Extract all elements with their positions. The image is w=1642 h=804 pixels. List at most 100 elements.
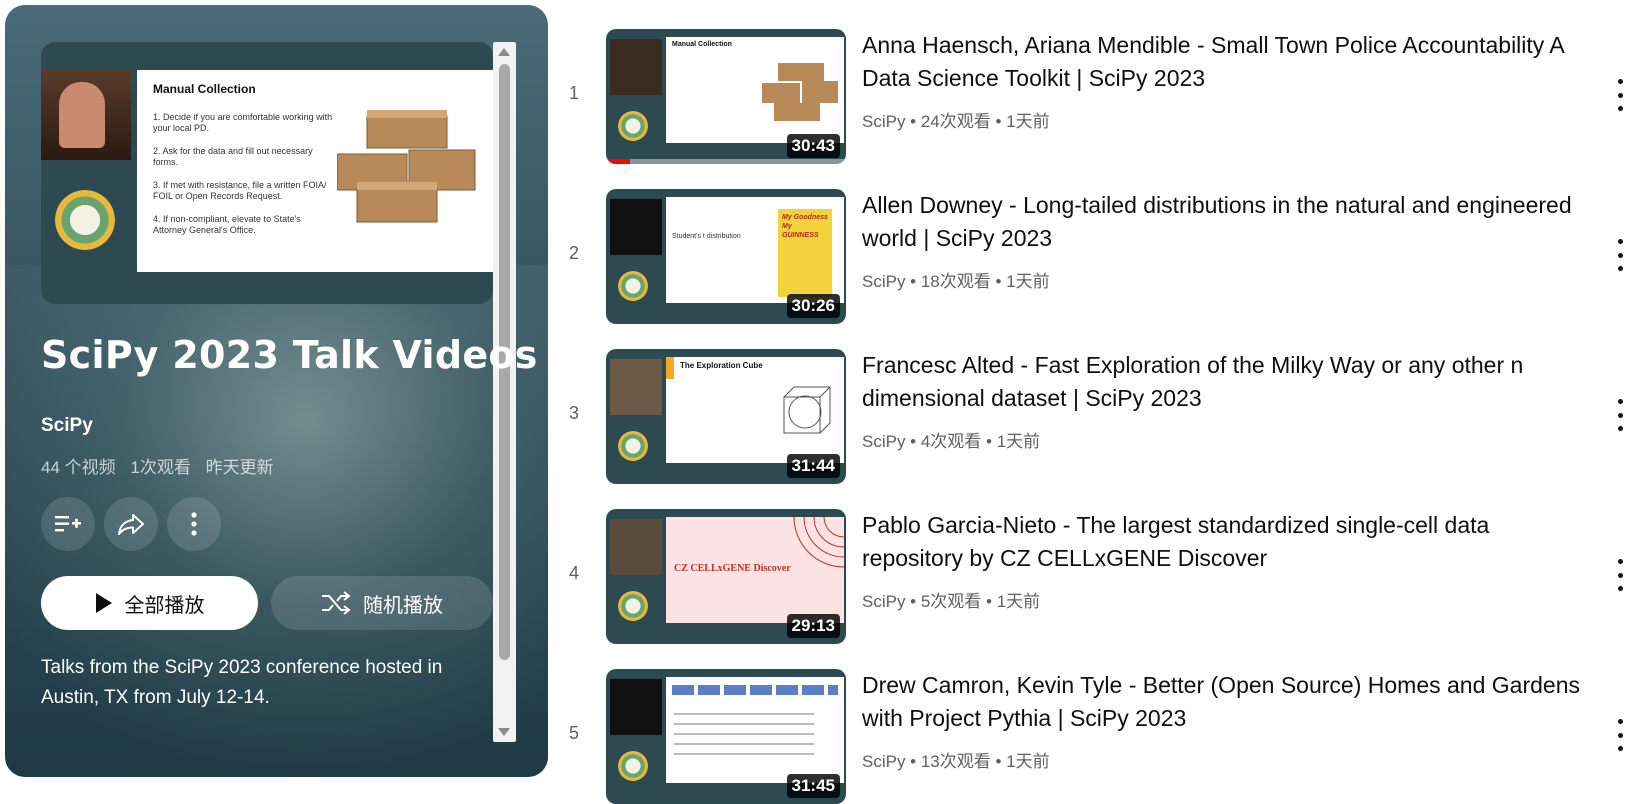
book-cover: My Goodness My GUINNESS [778, 209, 832, 297]
book-title: My Goodness My GUINNESS [782, 214, 828, 239]
speaker-inset-image [610, 359, 662, 415]
dot [1617, 732, 1623, 738]
playlist-title: SciPy 2023 Talk Videos [41, 333, 538, 377]
video-count: 44 个视频 [41, 458, 116, 477]
video-title[interactable]: Anna Haensch, Ariana Mendible - Small To… [862, 29, 1582, 95]
more-vert-icon [191, 512, 197, 536]
boxes-illustration [762, 63, 838, 121]
slide-title: Manual Collection [672, 41, 732, 48]
playlist-description: Talks from the SciPy 2023 conference hos… [41, 657, 443, 708]
video-meta: SciPy • 24次观看 • 1天前 [862, 112, 1050, 131]
video-meta: SciPy • 13次观看 • 1天前 [862, 752, 1050, 771]
play-all-button[interactable]: 全部播放 [41, 576, 258, 630]
speaker-inset-image [610, 679, 662, 735]
video-title[interactable]: Francesc Alted - Fast Exploration of the… [862, 349, 1582, 415]
updated-time: 昨天更新 [205, 458, 274, 477]
share-button[interactable] [104, 497, 158, 551]
share-icon [118, 514, 144, 535]
video-menu-button[interactable] [1610, 239, 1630, 271]
video-duration: 31:44 [786, 454, 840, 478]
more-actions-button[interactable] [167, 497, 221, 551]
slide-preview: CZ CELLxGENE Discover [666, 517, 844, 623]
video-meta: SciPy • 18次观看 • 1天前 [862, 272, 1050, 291]
scipy-logo [618, 591, 648, 621]
video-row[interactable]: 2 Student's t distribution My Goodness M… [560, 189, 1642, 324]
speaker-inset-image [610, 519, 662, 575]
slide-title: CZ CELLxGENE Discover [674, 563, 791, 574]
slide-flow-arrows [672, 685, 838, 695]
hero-logo [55, 190, 115, 250]
slide-title: The Exploration Cube [680, 361, 763, 370]
video-thumbnail[interactable]: The Exploration Cube 31:44 [606, 349, 846, 484]
speaker-inset-image [610, 39, 662, 95]
hero-slide-bullet: 3. If met with resistance, file a writte… [153, 180, 327, 201]
slide-text-lines [674, 713, 814, 763]
video-thumbnail[interactable]: CZ CELLxGENE Discover 29:13 [606, 509, 846, 644]
video-title[interactable]: Drew Camron, Kevin Tyle - Better (Open S… [862, 669, 1582, 735]
playlist-header-panel: Manual Collection 1. Decide if you are c… [5, 5, 548, 777]
video-row[interactable]: 4 CZ CELLxGENE Discover 29:13 Pablo Garc… [560, 509, 1642, 644]
shuffle-icon [322, 591, 351, 615]
video-menu-button[interactable] [1610, 79, 1630, 111]
shuffle-label: 随机播放 [363, 594, 443, 617]
slide-preview: Manual Collection [666, 37, 844, 143]
video-title[interactable]: Pablo Garcia-Nieto - The largest standar… [862, 509, 1582, 575]
dot [1617, 719, 1623, 724]
video-title[interactable]: Allen Downey - Long-tailed distributions… [862, 189, 1582, 255]
scipy-logo [618, 271, 648, 301]
video-duration: 31:45 [786, 774, 840, 798]
dot [1617, 252, 1623, 258]
dot [1617, 266, 1623, 271]
dot [1617, 746, 1623, 751]
video-duration: 30:43 [786, 134, 840, 158]
hero-slide-bullet: 2. Ask for the data and fill out necessa… [153, 146, 313, 167]
video-menu-button[interactable] [1610, 719, 1630, 751]
video-thumbnail[interactable]: Student's t distribution My Goodness My … [606, 189, 846, 324]
scipy-logo [618, 751, 648, 781]
scipy-logo [618, 431, 648, 461]
video-thumbnail[interactable]: 31:45 [606, 669, 846, 804]
hero-slide-bullet: 1. Decide if you are comfortable working… [153, 112, 333, 133]
scroll-up-arrow-icon[interactable] [498, 48, 510, 56]
dot [1617, 572, 1623, 578]
hero-slide-bullet: 4. If non-compliant, elevate to State's … [153, 214, 301, 235]
video-menu-button[interactable] [1610, 559, 1630, 591]
dot [1617, 399, 1623, 404]
speaker-inset-image [610, 199, 662, 255]
video-duration: 29:13 [786, 614, 840, 638]
playlist-meta: 44 个视频 1次观看 昨天更新 [41, 453, 284, 478]
playlist-owner[interactable]: SciPy [41, 415, 93, 437]
video-meta: SciPy • 4次观看 • 1天前 [862, 432, 1041, 451]
play-icon [95, 593, 112, 613]
slide-preview [666, 677, 844, 783]
video-menu-button[interactable] [1610, 399, 1630, 431]
video-meta: SciPy • 5次观看 • 1天前 [862, 592, 1041, 611]
play-all-label: 全部播放 [124, 594, 205, 617]
slide-accent-bar [666, 357, 674, 379]
video-index: 4 [568, 563, 579, 583]
dot [1617, 426, 1623, 431]
dot [1617, 559, 1623, 564]
video-row[interactable]: 3 The Exploration Cube 31:44 Francesc Al… [560, 349, 1642, 484]
video-thumbnail[interactable]: Manual Collection 30:43 [606, 29, 846, 164]
hero-speaker-figure [59, 82, 105, 148]
slide-preview: The Exploration Cube [666, 357, 844, 463]
playlist-hero-thumbnail[interactable]: Manual Collection 1. Decide if you are c… [41, 42, 493, 304]
dot [1617, 92, 1623, 98]
video-row[interactable]: 5 31:45 Drew Camron, Kevin Tyle - Better… [560, 669, 1642, 804]
slide-title: Student's t distribution [672, 233, 741, 240]
slide-preview: Student's t distribution My Goodness My … [666, 197, 844, 303]
dot [1617, 106, 1623, 111]
shuffle-button[interactable]: 随机播放 [271, 576, 493, 630]
panel-scrollbar[interactable] [493, 42, 516, 742]
video-index: 3 [568, 403, 579, 423]
boxes-illustration [337, 110, 476, 223]
scroll-down-arrow-icon[interactable] [498, 728, 510, 736]
watch-progress-bar [606, 159, 630, 164]
video-row[interactable]: 1 Manual Collection 30:43 Anna Haensch, … [560, 29, 1642, 164]
dot [1617, 239, 1623, 244]
video-index: 1 [568, 83, 579, 103]
dot [1617, 79, 1623, 84]
save-playlist-button[interactable] [41, 497, 95, 551]
video-index: 2 [568, 243, 579, 263]
